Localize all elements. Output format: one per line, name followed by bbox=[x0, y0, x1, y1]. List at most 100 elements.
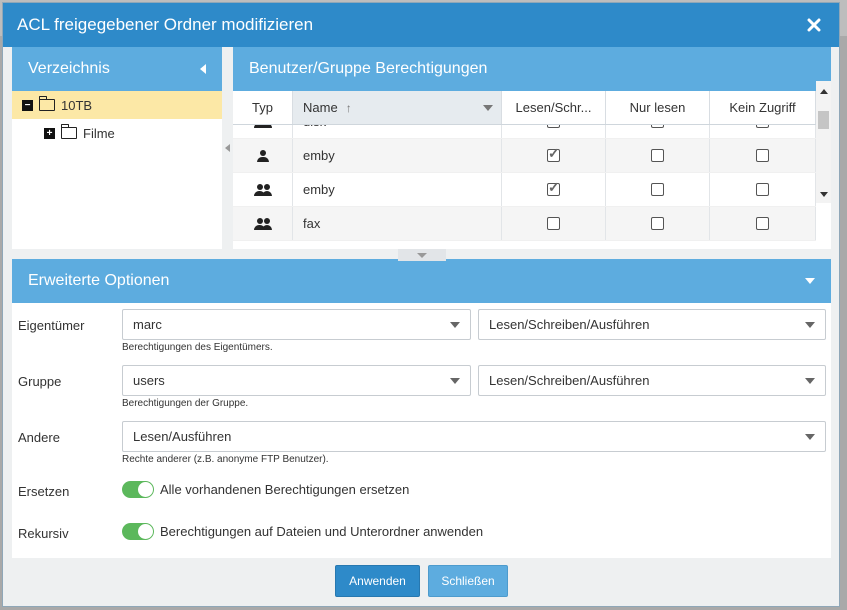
column-read-only[interactable]: Nur lesen bbox=[606, 91, 710, 124]
user-icon bbox=[256, 149, 270, 162]
checkbox[interactable] bbox=[756, 125, 769, 128]
chevron-down-icon bbox=[805, 433, 815, 440]
group-select-value: users bbox=[133, 373, 165, 388]
group-select[interactable]: users bbox=[122, 365, 471, 396]
recursive-toggle[interactable] bbox=[122, 523, 154, 540]
owner-select[interactable]: marc bbox=[122, 309, 471, 340]
rw-cell bbox=[502, 173, 606, 206]
checkbox[interactable] bbox=[756, 149, 769, 162]
apply-button[interactable]: Anwenden bbox=[335, 564, 420, 597]
checkbox[interactable] bbox=[651, 217, 664, 230]
column-name-label: Name bbox=[303, 100, 338, 115]
scroll-down-icon[interactable] bbox=[820, 192, 828, 197]
table-row[interactable]: disk bbox=[233, 125, 816, 139]
tree-item-label: Filme bbox=[83, 125, 115, 141]
collapse-down-icon[interactable] bbox=[805, 278, 815, 284]
none-cell bbox=[710, 207, 816, 240]
rw-cell bbox=[502, 207, 606, 240]
owner-hint: Berechtigungen des Eigentümers. bbox=[122, 342, 273, 353]
collapse-left-icon[interactable] bbox=[200, 64, 206, 74]
scroll-thumb[interactable] bbox=[818, 111, 829, 129]
checkbox[interactable] bbox=[547, 217, 560, 230]
collapse-toggle-icon[interactable]: − bbox=[22, 99, 33, 111]
advanced-options-header[interactable]: Erweiterte Optionen bbox=[12, 259, 831, 303]
replace-toggle[interactable] bbox=[122, 481, 154, 498]
type-cell bbox=[233, 125, 293, 138]
name-cell: fax bbox=[293, 207, 502, 240]
checked-checkbox[interactable] bbox=[547, 145, 560, 162]
tree-item-filme[interactable]: + Filme bbox=[12, 119, 222, 147]
table-row[interactable]: fax bbox=[233, 207, 816, 241]
tree-item-label: 10TB bbox=[61, 97, 93, 113]
acl-dialog: ACL freigegebener Ordner modifizieren Ve… bbox=[2, 2, 840, 607]
replace-row: Ersetzen Alle vorhandenen Berechtigungen… bbox=[12, 471, 831, 513]
table-row[interactable]: emby bbox=[233, 173, 816, 207]
column-no-access[interactable]: Kein Zugriff bbox=[710, 91, 816, 124]
recursive-label: Rekursiv bbox=[18, 526, 69, 541]
permissions-header-title: Benutzer/Gruppe Berechtigungen bbox=[249, 60, 488, 77]
recursive-toggle-text: Berechtigungen auf Dateien und Unterordn… bbox=[160, 524, 484, 539]
owner-row: Eigentümer marc Lesen/Schreiben/Ausführe… bbox=[12, 303, 831, 359]
rw-cell bbox=[502, 125, 606, 138]
expand-toggle-icon[interactable]: + bbox=[44, 127, 55, 139]
column-type[interactable]: Typ bbox=[233, 91, 293, 124]
chevron-down-icon bbox=[450, 321, 460, 328]
checkbox[interactable] bbox=[547, 125, 560, 128]
grid-resize-handle[interactable] bbox=[398, 249, 446, 261]
owner-permission-select[interactable]: Lesen/Schreiben/Ausführen bbox=[478, 309, 826, 340]
vertical-scrollbar[interactable] bbox=[816, 81, 831, 203]
name-cell: disk bbox=[293, 125, 502, 138]
group-row: Gruppe users Lesen/Schreiben/Ausführen B… bbox=[12, 359, 831, 415]
checkbox[interactable] bbox=[756, 217, 769, 230]
owner-select-value: marc bbox=[133, 317, 162, 332]
splitter-arrow-icon[interactable] bbox=[225, 144, 230, 152]
recursive-row: Rekursiv Berechtigungen auf Dateien und … bbox=[12, 513, 831, 555]
checkbox[interactable] bbox=[756, 183, 769, 196]
column-read-write[interactable]: Lesen/Schr... bbox=[502, 91, 606, 124]
column-name[interactable]: Name ↑ bbox=[293, 91, 475, 124]
dialog-footer: Anwenden Schließen bbox=[12, 558, 831, 603]
none-cell bbox=[710, 173, 816, 206]
dialog-content: Verzeichnis − 10TB + Filme Benutzer/Grup… bbox=[12, 47, 831, 559]
dialog-titlebar: ACL freigegebener Ordner modifizieren bbox=[3, 3, 839, 47]
dialog-title: ACL freigegebener Ordner modifizieren bbox=[17, 15, 314, 34]
advanced-options-title: Erweiterte Optionen bbox=[28, 272, 170, 289]
group-permission-value: Lesen/Schreiben/Ausführen bbox=[489, 373, 650, 388]
ro-cell bbox=[606, 173, 710, 206]
name-cell: emby bbox=[293, 139, 502, 172]
directory-panel: Verzeichnis − 10TB + Filme bbox=[12, 47, 222, 249]
other-permission-select[interactable]: Lesen/Ausführen bbox=[122, 421, 826, 452]
advanced-options-panel: Erweiterte Optionen Eigentümer marc Lese… bbox=[12, 259, 831, 559]
group-hint: Berechtigungen der Gruppe. bbox=[122, 398, 249, 409]
directory-header-title: Verzeichnis bbox=[28, 60, 110, 77]
type-cell bbox=[233, 207, 293, 240]
checkbox[interactable] bbox=[651, 125, 664, 128]
other-label: Andere bbox=[18, 430, 60, 445]
ro-cell bbox=[606, 207, 710, 240]
group-icon bbox=[253, 183, 272, 196]
permissions-header: Benutzer/Gruppe Berechtigungen bbox=[233, 47, 831, 91]
panel-splitter[interactable] bbox=[222, 47, 233, 249]
table-row[interactable]: emby bbox=[233, 139, 816, 173]
tree-item-10tb[interactable]: − 10TB bbox=[12, 91, 222, 119]
group-icon bbox=[253, 217, 272, 230]
column-menu-button[interactable] bbox=[475, 91, 502, 124]
ro-cell bbox=[606, 125, 710, 138]
replace-toggle-text: Alle vorhandenen Berechtigungen ersetzen bbox=[160, 482, 410, 497]
permissions-grid-body: diskembyembyfax bbox=[233, 125, 831, 247]
group-label: Gruppe bbox=[18, 374, 62, 389]
chevron-down-icon bbox=[805, 321, 815, 328]
checkbox[interactable] bbox=[651, 183, 664, 196]
owner-permission-value: Lesen/Schreiben/Ausführen bbox=[489, 317, 650, 332]
chevron-down-icon bbox=[805, 377, 815, 384]
name-cell: emby bbox=[293, 173, 502, 206]
other-row: Andere Lesen/Ausführen Rechte anderer (z… bbox=[12, 415, 831, 471]
scroll-up-icon[interactable] bbox=[820, 89, 828, 94]
close-button[interactable]: Schließen bbox=[428, 564, 508, 597]
close-icon[interactable] bbox=[803, 14, 825, 36]
group-permission-select[interactable]: Lesen/Schreiben/Ausführen bbox=[478, 365, 826, 396]
checkbox[interactable] bbox=[651, 149, 664, 162]
ro-cell bbox=[606, 139, 710, 172]
folder-open-icon bbox=[38, 96, 55, 111]
checked-checkbox[interactable] bbox=[547, 179, 560, 196]
